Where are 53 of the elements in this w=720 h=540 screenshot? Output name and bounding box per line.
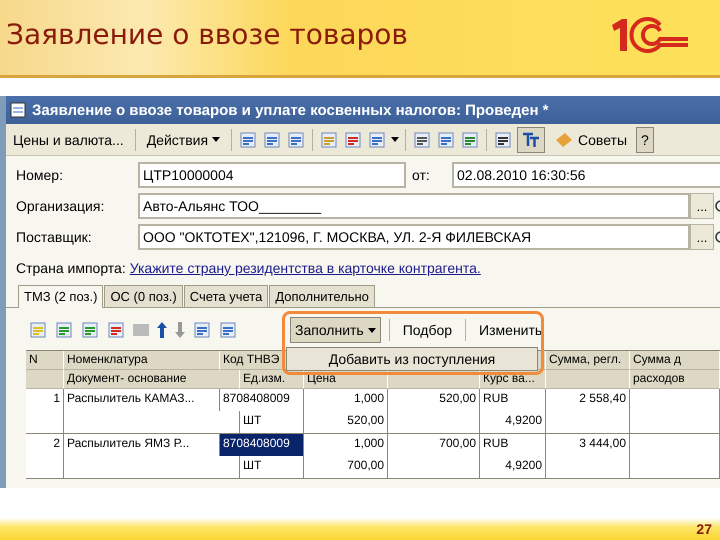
number-field[interactable]: ЦТР10000004 (138, 162, 406, 188)
table-cell: Распылитель КАМАЗ... (64, 389, 220, 411)
table-cell[interactable]: 8708408009 (220, 389, 304, 411)
date-label: от: (412, 167, 431, 183)
column-header: Сумма д (630, 351, 720, 370)
table-cell: 2 558,40 (546, 389, 630, 411)
tab[interactable]: Счета учета (184, 285, 268, 307)
number-label: Номер: (16, 167, 64, 183)
page-number: 27 (696, 521, 712, 537)
date-field[interactable]: 02.08.2010 16:30:56 (452, 162, 720, 188)
table-cell: 4,9200 (480, 456, 546, 478)
table-cell: 520,00 (304, 411, 388, 433)
field-label: Поставщик: (16, 229, 93, 245)
toolbar-button[interactable]: Подбор (398, 317, 458, 343)
column-header: Номенклатура (64, 351, 220, 370)
table-cell: RUB (480, 389, 546, 411)
table-cell: ШТ (240, 411, 304, 433)
table-cell: RUB (480, 434, 546, 456)
actions-button[interactable]: Действия (142, 126, 226, 152)
table-cell[interactable]: 8708408009 (220, 434, 304, 456)
column-header: Сумма, регл. (546, 351, 630, 370)
tab[interactable]: Дополнительно (269, 285, 375, 307)
tab[interactable]: ОС (0 поз.) (104, 285, 183, 307)
slide-title: Заявление о ввозе товаров (6, 18, 408, 51)
column-header: N (26, 351, 64, 370)
table-cell: 4,9200 (480, 411, 546, 433)
field-label: Организация: (16, 198, 106, 214)
tips-button[interactable]: Советы (549, 126, 632, 152)
column-header: Документ- основание (64, 370, 240, 389)
table-cell: 700,00 (304, 456, 388, 478)
fill-button[interactable]: Заполнить (290, 317, 381, 343)
table-cell: 520,00 (388, 389, 480, 411)
column-header: расходов (630, 370, 720, 389)
prices-button[interactable]: Цены и валюта... (8, 126, 129, 152)
select-button[interactable]: ... (690, 193, 714, 219)
window-title: Заявление о ввозе товаров и уплате косвенных налогов: Проведен * (32, 102, 549, 118)
country-link[interactable]: Укажите страну резидентства в карточке контрагента. (130, 260, 481, 276)
input-field[interactable]: Авто-Альянс ТОО________ (138, 193, 690, 219)
country-label: Страна импорта: (16, 260, 126, 276)
table-cell: 700,00 (388, 434, 480, 456)
table-cell: 1,000 (304, 434, 388, 456)
table-cell: 2 (26, 434, 64, 456)
column-header: Ед.изм. (240, 370, 304, 389)
tab[interactable]: ТМЗ (2 поз.) (18, 285, 104, 308)
table-cell: 3 444,00 (546, 434, 630, 456)
table-cell: 1 (26, 389, 64, 411)
table-cell: Распылитель ЯМЗ Р... (64, 434, 220, 456)
select-button[interactable]: ... (690, 224, 714, 250)
input-field[interactable]: ООО "ОКТОТЕХ",121096, Г. МОСКВА, УЛ. 2-Я ФИЛЕВСКАЯ (138, 224, 690, 250)
toolbar-button[interactable]: Изменить (474, 317, 548, 343)
table-cell: ШТ (240, 456, 304, 478)
help-button[interactable]: ? (636, 126, 654, 152)
table-cell: 1,000 (304, 389, 388, 411)
